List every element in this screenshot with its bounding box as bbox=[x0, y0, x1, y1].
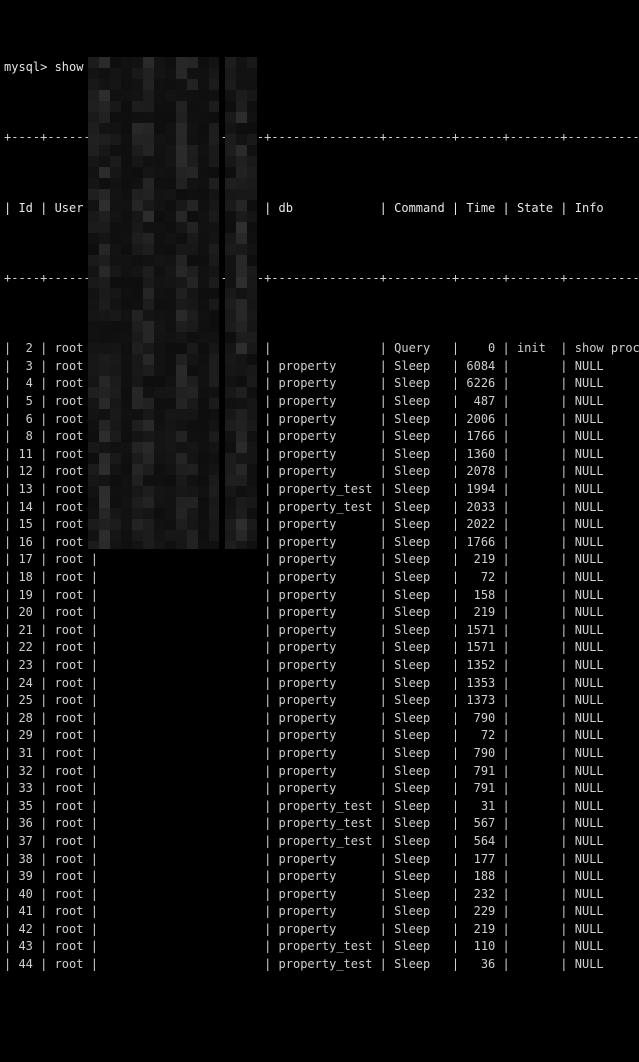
table-row: | 31 | root | | property | Sleep | 790 |… bbox=[4, 745, 639, 760]
table-row: | 24 | root | | property | Sleep | 1353 … bbox=[4, 675, 639, 690]
table-row: | 17 | root | | property | Sleep | 219 |… bbox=[4, 552, 639, 567]
table-row: | 12 | root | | property | Sleep | 2078 … bbox=[4, 464, 639, 479]
table-row: | 4 | root | | property | Sleep | 6226 |… bbox=[4, 376, 639, 391]
table-row: | 13 | root | | property_test | Sleep | … bbox=[4, 482, 639, 497]
table-row: | 20 | root | | property | Sleep | 219 |… bbox=[4, 605, 639, 620]
table-row: | 2 | root | | | Query | 0 | init | show… bbox=[4, 341, 639, 356]
table-row: | 15 | root | | property | Sleep | 2022 … bbox=[4, 517, 639, 532]
table-row: | 8 | root | | property | Sleep | 1766 |… bbox=[4, 429, 639, 444]
table-row: | 21 | root | | property | Sleep | 1571 … bbox=[4, 622, 639, 637]
table-row: | 39 | root | | property | Sleep | 188 |… bbox=[4, 869, 639, 884]
table-row: | 23 | root | | property | Sleep | 1352 … bbox=[4, 657, 639, 672]
table-row: | 36 | root | | property_test | Sleep | … bbox=[4, 816, 639, 831]
table-row: | 37 | root | | property_test | Sleep | … bbox=[4, 833, 639, 848]
table-row: | 40 | root | | property | Sleep | 232 |… bbox=[4, 886, 639, 901]
table-row: | 19 | root | | property | Sleep | 158 |… bbox=[4, 587, 639, 602]
table-row: | 35 | root | | property_test | Sleep | … bbox=[4, 798, 639, 813]
terminal-window[interactable]: mysql> show processlist; +----+------+--… bbox=[0, 0, 639, 971]
table-row: | 43 | root | | property_test | Sleep | … bbox=[4, 939, 639, 954]
table-row: | 11 | root | | property | Sleep | 1360 … bbox=[4, 446, 639, 461]
table-row: | 25 | root | | property | Sleep | 1373 … bbox=[4, 693, 639, 708]
table-body: | 2 | root | | | Query | 0 | init | show… bbox=[4, 340, 639, 973]
table-row: | 5 | root | | property | Sleep | 487 | … bbox=[4, 394, 639, 409]
table-row: | 29 | root | | property | Sleep | 72 | … bbox=[4, 728, 639, 743]
table-row: | 14 | root | | property_test | Sleep | … bbox=[4, 499, 639, 514]
table-row: | 3 | root | | property | Sleep | 6084 |… bbox=[4, 358, 639, 373]
table-row: | 28 | root | | property | Sleep | 790 |… bbox=[4, 710, 639, 725]
table-header-row: | Id | User | Host | db | Command | Time… bbox=[4, 200, 639, 215]
table-rule-header: +----+------+-----------------------+---… bbox=[4, 270, 639, 285]
table-row: | 44 | root | | property_test | Sleep | … bbox=[4, 957, 639, 972]
table-row: | 32 | root | | property | Sleep | 791 |… bbox=[4, 763, 639, 778]
table-row: | 42 | root | | property | Sleep | 219 |… bbox=[4, 921, 639, 936]
command-prompt-line: mysql> show processlist; bbox=[4, 59, 178, 74]
table-row: | 41 | root | | property | Sleep | 229 |… bbox=[4, 904, 639, 919]
table-row: | 22 | root | | property | Sleep | 1571 … bbox=[4, 640, 639, 655]
table-row: | 6 | root | | property | Sleep | 2006 |… bbox=[4, 411, 639, 426]
table-row: | 33 | root | | property | Sleep | 791 |… bbox=[4, 781, 639, 796]
table-row: | 38 | root | | property | Sleep | 177 |… bbox=[4, 851, 639, 866]
table-row: | 18 | root | | property | Sleep | 72 | … bbox=[4, 570, 639, 584]
table-rule-top: +----+------+-----------------------+---… bbox=[4, 130, 639, 145]
